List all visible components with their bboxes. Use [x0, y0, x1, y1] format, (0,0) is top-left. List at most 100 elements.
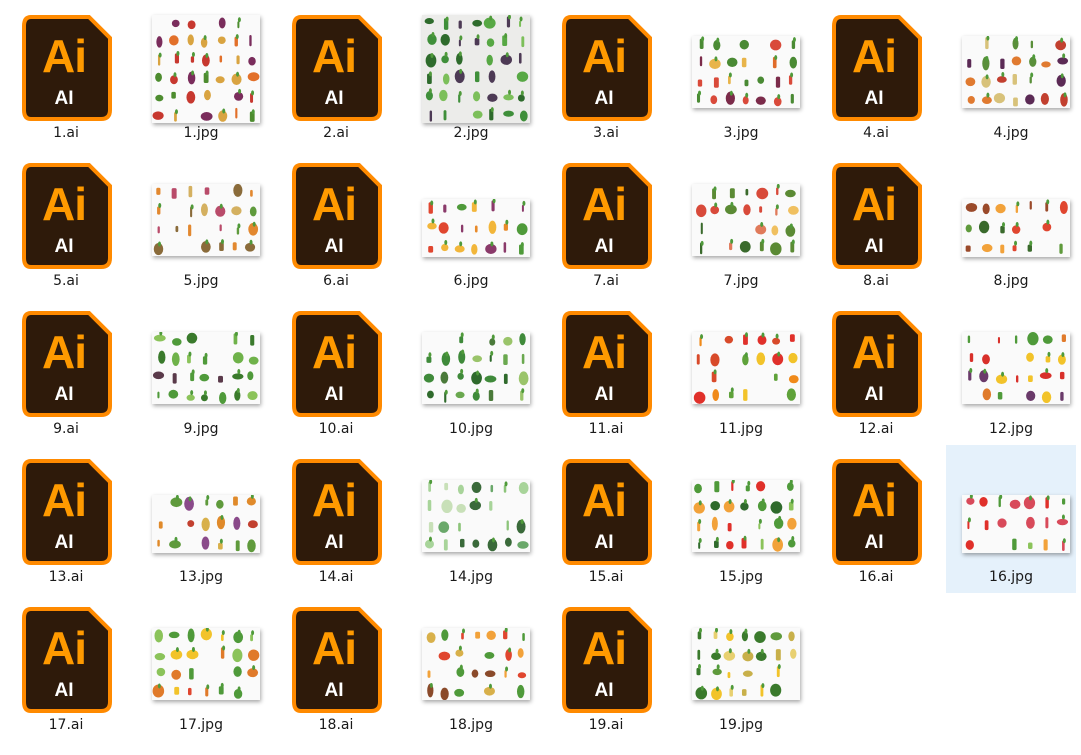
image-thumbnail	[152, 628, 260, 700]
file-item-jpg[interactable]: 5.jpg	[136, 149, 266, 297]
file-item-ai[interactable]: Ai AI 18.ai	[271, 593, 401, 741]
file-name-label: 9.jpg	[183, 421, 219, 437]
file-name-label: 10.ai	[318, 421, 354, 437]
ai-icon-caption: AI	[594, 384, 614, 405]
file-item-jpg[interactable]: 17.jpg	[136, 593, 266, 741]
image-thumbnail	[962, 199, 1070, 257]
image-thumbnail	[962, 36, 1070, 108]
file-item-ai[interactable]: Ai AI 5.ai	[1, 149, 131, 297]
image-thumbnail	[152, 15, 260, 123]
ai-icon-letters: Ai	[42, 622, 87, 674]
file-item-jpg[interactable]: 10.jpg	[406, 297, 536, 445]
image-thumbnail	[962, 332, 1070, 404]
file-name-label: 4.jpg	[993, 125, 1029, 141]
file-item-ai[interactable]: Ai AI 9.ai	[1, 297, 131, 445]
image-thumbnail	[152, 495, 260, 553]
file-item-ai[interactable]: Ai AI 12.ai	[811, 297, 941, 445]
file-name-label: 18.jpg	[449, 717, 493, 733]
file-item-ai[interactable]: Ai AI 4.ai	[811, 1, 941, 149]
file-name-label: 19.jpg	[719, 717, 763, 733]
file-item-ai[interactable]: Ai AI 13.ai	[1, 445, 131, 593]
ai-icon-caption: AI	[54, 88, 74, 109]
illustrator-file-icon: Ai AI	[291, 310, 383, 418]
ai-icon-caption: AI	[54, 532, 74, 553]
file-name-label: 5.jpg	[183, 273, 219, 289]
illustrator-file-icon: Ai AI	[561, 310, 653, 418]
file-name-label: 7.ai	[593, 273, 619, 289]
ai-icon-caption: AI	[864, 88, 884, 109]
file-item-ai[interactable]: Ai AI 14.ai	[271, 445, 401, 593]
illustrator-file-icon: Ai AI	[291, 606, 383, 714]
illustrator-file-icon: Ai AI	[561, 14, 653, 122]
file-item-ai[interactable]: Ai AI 7.ai	[541, 149, 671, 297]
ai-icon-letters: Ai	[852, 30, 897, 82]
ai-icon-letters: Ai	[852, 474, 897, 526]
file-item-jpg[interactable]: 8.jpg	[946, 149, 1076, 297]
file-name-label: 17.jpg	[179, 717, 223, 733]
ai-icon-caption: AI	[864, 532, 884, 553]
illustrator-file-icon: Ai AI	[291, 162, 383, 270]
file-item-ai[interactable]: Ai AI 17.ai	[1, 593, 131, 741]
file-item-ai[interactable]: Ai AI 10.ai	[271, 297, 401, 445]
file-item-ai[interactable]: Ai AI 16.ai	[811, 445, 941, 593]
file-item-jpg[interactable]: 13.jpg	[136, 445, 266, 593]
ai-icon-caption: AI	[324, 236, 344, 257]
ai-icon-letters: Ai	[312, 326, 357, 378]
ai-icon-letters: Ai	[312, 622, 357, 674]
file-item-ai[interactable]: Ai AI 15.ai	[541, 445, 671, 593]
file-item-jpg[interactable]: 1.jpg	[136, 1, 266, 149]
file-item-jpg[interactable]: 14.jpg	[406, 445, 536, 593]
ai-icon-caption: AI	[54, 236, 74, 257]
file-item-ai[interactable]: Ai AI 19.ai	[541, 593, 671, 741]
file-item-jpg[interactable]: 2.jpg	[406, 1, 536, 149]
file-name-label: 13.jpg	[179, 569, 223, 585]
image-thumbnail	[962, 495, 1070, 553]
file-item-ai[interactable]: Ai AI 11.ai	[541, 297, 671, 445]
file-item-jpg[interactable]: 12.jpg	[946, 297, 1076, 445]
ai-icon-letters: Ai	[42, 474, 87, 526]
file-name-label: 11.jpg	[719, 421, 763, 437]
file-item-jpg[interactable]: 3.jpg	[676, 1, 806, 149]
file-item-ai[interactable]: Ai AI 3.ai	[541, 1, 671, 149]
image-thumbnail	[422, 480, 530, 552]
file-item-jpg[interactable]: 7.jpg	[676, 149, 806, 297]
ai-icon-caption: AI	[54, 384, 74, 405]
file-item-jpg[interactable]: 9.jpg	[136, 297, 266, 445]
ai-icon-caption: AI	[594, 532, 614, 553]
file-item-jpg[interactable]: 19.jpg	[676, 593, 806, 741]
file-item-jpg[interactable]: 15.jpg	[676, 445, 806, 593]
file-name-label: 5.ai	[53, 273, 79, 289]
file-name-label: 18.ai	[318, 717, 354, 733]
illustrator-file-icon: Ai AI	[561, 458, 653, 566]
file-item-jpg[interactable]: 16.jpg	[946, 445, 1076, 593]
ai-icon-caption: AI	[864, 384, 884, 405]
illustrator-file-icon: Ai AI	[831, 162, 923, 270]
ai-icon-letters: Ai	[42, 326, 87, 378]
image-thumbnail	[422, 199, 530, 257]
file-item-ai[interactable]: Ai AI 6.ai	[271, 149, 401, 297]
ai-icon-caption: AI	[324, 384, 344, 405]
ai-icon-letters: Ai	[582, 326, 627, 378]
file-item-jpg[interactable]: 11.jpg	[676, 297, 806, 445]
image-thumbnail	[692, 480, 800, 552]
file-item-jpg[interactable]: 18.jpg	[406, 593, 536, 741]
file-item-ai[interactable]: Ai AI 1.ai	[1, 1, 131, 149]
file-item-ai[interactable]: Ai AI 2.ai	[271, 1, 401, 149]
ai-icon-letters: Ai	[312, 178, 357, 230]
image-thumbnail	[152, 184, 260, 256]
file-name-label: 6.ai	[323, 273, 349, 289]
file-grid: Ai AI 1.ai 1.jpg Ai AI 2.ai 2.jpg Ai AI 3.ai 3.jpg A…	[0, 0, 1081, 755]
file-item-ai[interactable]: Ai AI 8.ai	[811, 149, 941, 297]
image-thumbnail	[422, 332, 530, 404]
file-item-jpg[interactable]: 4.jpg	[946, 1, 1076, 149]
image-thumbnail	[152, 332, 260, 404]
file-name-label: 8.ai	[863, 273, 889, 289]
file-name-label: 3.ai	[593, 125, 619, 141]
file-item-jpg[interactable]: 6.jpg	[406, 149, 536, 297]
ai-icon-caption: AI	[324, 532, 344, 553]
illustrator-file-icon: Ai AI	[561, 162, 653, 270]
ai-icon-letters: Ai	[852, 326, 897, 378]
image-thumbnail	[692, 36, 800, 108]
file-name-label: 15.jpg	[719, 569, 763, 585]
illustrator-file-icon: Ai AI	[831, 14, 923, 122]
